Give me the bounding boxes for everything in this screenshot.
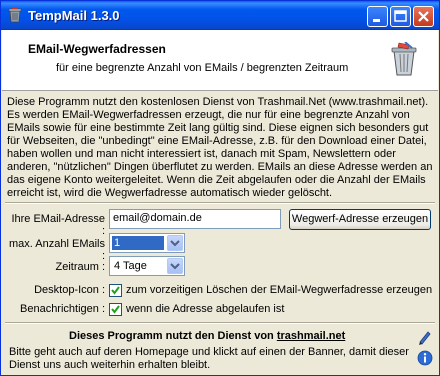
checkmark-icon [111,305,120,314]
notify-checkbox[interactable] [109,303,122,316]
maximize-button[interactable] [390,6,411,27]
notify-label: Benachrichtigen : [20,303,105,315]
maximize-icon [394,10,407,22]
generate-address-button[interactable]: Wegwerf-Adresse erzeugen [289,209,431,230]
close-icon [418,11,429,22]
desktop-icon-text: zum vorzeitigen Löschen der EMail-Wegwer… [126,284,433,296]
header-subtitle: für eine begrenzte Anzahl von EMails / b… [56,62,349,74]
time-label: Zeitraum : [55,261,105,273]
footer-text: Bitte geht auch auf deren Homepage und k… [9,346,409,371]
trash-bin-icon [8,7,22,23]
notify-text: wenn die Adresse abgelaufen ist [126,303,285,315]
time-select[interactable]: 4 Tage [109,256,185,276]
trashmail-link[interactable]: trashmail.net [277,330,345,342]
email-label: Ihre EMail-Adresse : [11,213,105,237]
max-emails-select[interactable]: 1 [109,233,185,253]
header-banner: EMail-Wegwerfadressen für eine begrenzte… [2,30,438,91]
divider [5,202,435,204]
main-window: TempMail 1.3.0 EMail-Wegwerfadressen für… [0,0,440,376]
chevron-down-icon[interactable] [167,235,183,251]
footer-title-prefix: Dieses Programm nutzt den Dienst von [69,330,277,342]
desktop-icon-checkbox[interactable] [109,284,122,297]
desktop-icon-label: Desktop-Icon : [34,284,105,296]
email-field[interactable]: email@domain.de [109,209,281,229]
time-value: 4 Tage [114,260,147,272]
chevron-down-icon[interactable] [167,258,183,274]
max-emails-label: max. Anzahl EMails : [9,238,105,262]
divider [5,322,435,324]
close-button[interactable] [413,6,434,27]
description-text: Diese Programm nutzt den kostenlosen Die… [7,96,433,199]
minimize-button[interactable] [367,6,388,27]
window-title: TempMail 1.3.0 [28,8,120,23]
pen-icon[interactable] [417,329,433,345]
checkmark-icon [111,286,120,295]
footer-title: Dieses Programm nutzt den Dienst von tra… [69,330,345,342]
info-icon[interactable] [417,350,433,366]
header-title: EMail-Wegwerfadressen [28,42,166,56]
title-bar[interactable]: TempMail 1.3.0 [1,1,439,30]
minimize-icon [373,19,380,22]
trash-bin-icon [391,42,417,76]
max-emails-value: 1 [111,235,165,251]
